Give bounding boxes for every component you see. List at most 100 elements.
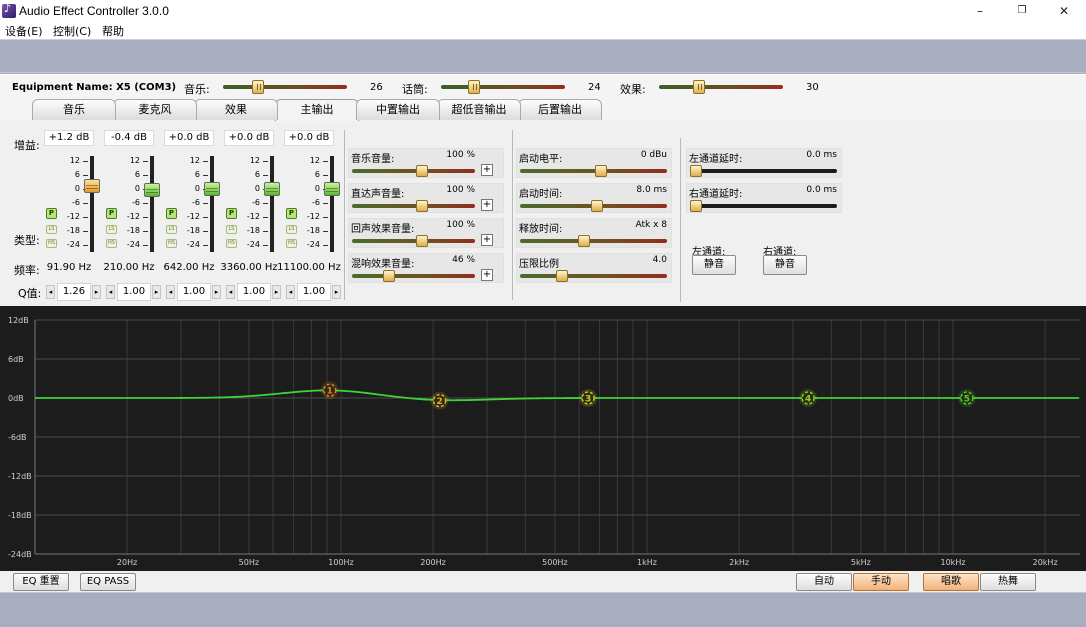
slider-knob[interactable]	[144, 183, 160, 197]
restore-button[interactable]: ❐	[1012, 3, 1032, 19]
band-gain-slider[interactable]: 12 6 0 -6 -12 -18 -24	[116, 156, 164, 252]
slider-thumb[interactable]	[416, 235, 428, 247]
band-q-stepper[interactable]: ◂ 1.00 ▸	[286, 283, 342, 301]
type-peak-icon[interactable]: P	[166, 208, 177, 219]
eq-response-graph[interactable]: 12dB 6dB 0dB -6dB -12dB -18dB -24dB 20Hz 50Hz 100…	[0, 306, 1086, 571]
band-gain-slider[interactable]: 12 6 0 -6 -12 -18 -24	[56, 156, 104, 252]
tab-1[interactable]: 麦克风	[113, 99, 197, 120]
slider-thumb[interactable]	[595, 165, 607, 177]
left-mute-button[interactable]: 静音	[692, 255, 736, 275]
slider-thumb[interactable]	[578, 235, 590, 247]
band-q-value[interactable]: 1.00	[177, 283, 211, 301]
delay-slider[interactable]	[690, 200, 837, 212]
q-increase-icon[interactable]: ▸	[212, 285, 221, 299]
type-lowshelf-icon[interactable]: LS	[286, 225, 297, 234]
type-lowshelf-icon[interactable]: LS	[226, 225, 237, 234]
type-peak-icon[interactable]: P	[226, 208, 237, 219]
q-increase-icon[interactable]: ▸	[92, 285, 101, 299]
q-decrease-icon[interactable]: ◂	[46, 285, 55, 299]
type-lowshelf-icon[interactable]: LS	[46, 225, 57, 234]
type-peak-icon[interactable]: P	[286, 208, 297, 219]
slider-thumb[interactable]	[252, 80, 264, 94]
slider-thumb[interactable]	[556, 270, 568, 282]
volume-slider[interactable]	[352, 270, 475, 282]
eq-reset-button[interactable]: EQ 重置	[13, 573, 69, 591]
type-highshelf-icon[interactable]: HS	[46, 239, 57, 248]
band-q-stepper[interactable]: ◂ 1.00 ▸	[106, 283, 162, 301]
tab-2[interactable]: 效果	[194, 99, 278, 120]
band-gain-slider[interactable]: 12 6 0 -6 -12 -18 -24	[176, 156, 224, 252]
auto-mode-button[interactable]: 自动	[796, 573, 852, 591]
volume-slider[interactable]	[352, 235, 475, 247]
dance-mode-button[interactable]: 热舞	[980, 573, 1036, 591]
compressor-slider[interactable]	[520, 200, 667, 212]
q-decrease-icon[interactable]: ◂	[166, 285, 175, 299]
menu-device[interactable]: 设备(E)	[5, 23, 43, 39]
eq-graph-svg[interactable]: 12dB 6dB 0dB -6dB -12dB -18dB -24dB 20Hz 50Hz 100…	[0, 306, 1086, 571]
type-peak-icon[interactable]: P	[106, 208, 117, 219]
expand-icon[interactable]: +	[481, 164, 493, 176]
type-lowshelf-icon[interactable]: LS	[166, 225, 177, 234]
slider-knob[interactable]	[204, 182, 220, 196]
q-increase-icon[interactable]: ▸	[272, 285, 281, 299]
slider-thumb[interactable]	[468, 80, 480, 94]
volume-slider[interactable]	[352, 200, 475, 212]
manual-mode-button[interactable]: 手动	[853, 573, 909, 591]
slider-thumb[interactable]	[416, 200, 428, 212]
slider-knob[interactable]	[324, 182, 340, 196]
q-decrease-icon[interactable]: ◂	[226, 285, 235, 299]
music-level-slider[interactable]	[223, 80, 347, 94]
type-lowshelf-icon[interactable]: LS	[106, 225, 117, 234]
eq-pass-button[interactable]: EQ PASS	[80, 573, 136, 591]
menu-help[interactable]: 帮助	[102, 23, 124, 39]
band-gain-slider[interactable]: 12 6 0 -6 -12 -18 -24	[236, 156, 284, 252]
type-peak-icon[interactable]: P	[46, 208, 57, 219]
compressor-label: 释放时间:	[519, 224, 563, 235]
type-highshelf-icon[interactable]: HS	[286, 239, 297, 248]
band-q-value[interactable]: 1.00	[237, 283, 271, 301]
expand-icon[interactable]: +	[481, 269, 493, 281]
compressor-slider[interactable]	[520, 235, 667, 247]
band-q-value[interactable]: 1.00	[117, 283, 151, 301]
expand-icon[interactable]: +	[481, 234, 493, 246]
slider-thumb[interactable]	[416, 165, 428, 177]
menu-control[interactable]: 控制(C)	[53, 23, 91, 39]
type-highshelf-icon[interactable]: HS	[226, 239, 237, 248]
q-decrease-icon[interactable]: ◂	[106, 285, 115, 299]
q-increase-icon[interactable]: ▸	[332, 285, 341, 299]
close-button[interactable]: ✕	[1054, 3, 1074, 19]
tab-3[interactable]: 主输出	[275, 99, 359, 121]
band-q-stepper[interactable]: ◂ 1.00 ▸	[226, 283, 282, 301]
mic-level-slider[interactable]	[441, 80, 565, 94]
slider-thumb[interactable]	[591, 200, 603, 212]
band-q-value[interactable]: 1.00	[297, 283, 331, 301]
tab-4[interactable]: 中置输出	[356, 99, 440, 120]
effect-level-slider[interactable]	[659, 80, 783, 94]
tab-5[interactable]: 超低音输出	[437, 99, 521, 120]
q-increase-icon[interactable]: ▸	[152, 285, 161, 299]
q-decrease-icon[interactable]: ◂	[286, 285, 295, 299]
type-highshelf-icon[interactable]: HS	[166, 239, 177, 248]
band-q-stepper[interactable]: ◂ 1.26 ▸	[46, 283, 102, 301]
slider-knob[interactable]	[264, 182, 280, 196]
sing-mode-button[interactable]: 唱歌	[923, 573, 979, 591]
band-gain-slider[interactable]: 12 6 0 -6 -12 -18 -24	[296, 156, 344, 252]
minimize-button[interactable]: –	[970, 3, 990, 19]
right-mute-button[interactable]: 静音	[763, 255, 807, 275]
tab-6[interactable]: 后置输出	[518, 99, 602, 120]
compressor-slider[interactable]	[520, 165, 667, 177]
slider-knob[interactable]	[84, 179, 100, 193]
type-highshelf-icon[interactable]: HS	[106, 239, 117, 248]
y-tick-label: -18dB	[8, 511, 32, 520]
slider-thumb[interactable]	[383, 270, 395, 282]
band-q-stepper[interactable]: ◂ 1.00 ▸	[166, 283, 222, 301]
slider-thumb[interactable]	[693, 80, 705, 94]
band-q-value[interactable]: 1.26	[57, 283, 91, 301]
compressor-slider[interactable]	[520, 270, 667, 282]
volume-slider[interactable]	[352, 165, 475, 177]
expand-icon[interactable]: +	[481, 199, 493, 211]
delay-slider[interactable]	[690, 165, 837, 177]
slider-thumb[interactable]	[690, 200, 702, 212]
slider-thumb[interactable]	[690, 165, 702, 177]
tab-0[interactable]: 音乐	[32, 99, 116, 120]
